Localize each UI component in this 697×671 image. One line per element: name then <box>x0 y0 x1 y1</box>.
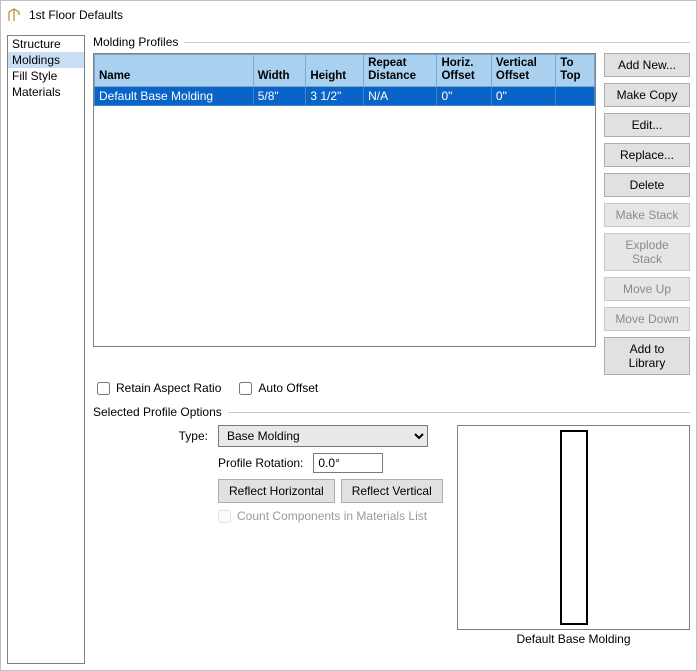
cell-repeat[interactable]: N/A <box>364 87 437 106</box>
col-hoff[interactable]: Horiz.Offset <box>437 55 491 87</box>
move-down-button: Move Down <box>604 307 690 331</box>
titlebar: 1st Floor Defaults <box>1 1 696 29</box>
molding-profiles-group: Molding Profiles Name Width Height Repea… <box>93 35 690 397</box>
retain-aspect-label: Retain Aspect Ratio <box>116 381 221 395</box>
sidebar-item-moldings[interactable]: Moldings <box>8 52 84 68</box>
preview-caption: Default Base Molding <box>457 630 690 646</box>
profiles-grid[interactable]: Name Width Height RepeatDistance Horiz.O… <box>93 53 596 347</box>
delete-button[interactable]: Delete <box>604 173 690 197</box>
cell-totop[interactable] <box>556 87 595 106</box>
rotation-input[interactable] <box>313 453 383 473</box>
move-up-button: Move Up <box>604 277 690 301</box>
profile-preview: Default Base Molding <box>457 425 690 646</box>
make-copy-button[interactable]: Make Copy <box>604 83 690 107</box>
selected-profile-label: Selected Profile Options <box>93 405 222 419</box>
preview-box <box>457 425 690 630</box>
auto-offset-input[interactable] <box>239 382 252 395</box>
window-title: 1st Floor Defaults <box>29 8 123 22</box>
dialog-window: 1st Floor Defaults Structure Moldings Fi… <box>0 0 697 671</box>
cell-hoff[interactable]: 0" <box>437 87 491 106</box>
table-row[interactable]: Default Base Molding 5/8" 3 1/2" N/A 0" … <box>95 87 595 106</box>
type-select[interactable]: Base Molding <box>218 425 428 447</box>
cell-height[interactable]: 3 1/2" <box>306 87 364 106</box>
reflect-vertical-button[interactable]: Reflect Vertical <box>341 479 443 503</box>
profile-buttons: Add New... Make Copy Edit... Replace... … <box>604 53 690 375</box>
type-label: Type: <box>93 429 208 443</box>
make-stack-button: Make Stack <box>604 203 690 227</box>
retain-aspect-checkbox[interactable]: Retain Aspect Ratio <box>97 381 221 395</box>
sidebar-item-materials[interactable]: Materials <box>8 84 84 100</box>
table-header-row: Name Width Height RepeatDistance Horiz.O… <box>95 55 595 87</box>
molding-shape-icon <box>560 430 588 625</box>
sidebar-item-fill-style[interactable]: Fill Style <box>8 68 84 84</box>
auto-offset-checkbox[interactable]: Auto Offset <box>239 381 318 395</box>
selected-profile-group: Selected Profile Options Type: Base Mold… <box>93 405 690 646</box>
auto-offset-label: Auto Offset <box>258 381 318 395</box>
add-to-library-button[interactable]: Add to Library <box>604 337 690 375</box>
cell-width[interactable]: 5/8" <box>253 87 306 106</box>
explode-stack-button: Explode Stack <box>604 233 690 271</box>
cell-name[interactable]: Default Base Molding <box>95 87 254 106</box>
add-new-button[interactable]: Add New... <box>604 53 690 77</box>
cell-voff[interactable]: 0" <box>491 87 555 106</box>
category-sidebar: Structure Moldings Fill Style Materials <box>7 35 85 664</box>
count-components-input <box>218 510 231 523</box>
app-icon <box>7 7 23 23</box>
sidebar-item-structure[interactable]: Structure <box>8 36 84 52</box>
col-width[interactable]: Width <box>253 55 306 87</box>
replace-button[interactable]: Replace... <box>604 143 690 167</box>
col-repeat[interactable]: RepeatDistance <box>364 55 437 87</box>
col-totop[interactable]: ToTop <box>556 55 595 87</box>
col-name[interactable]: Name <box>95 55 254 87</box>
group-divider <box>228 412 690 413</box>
count-components-label: Count Components in Materials List <box>237 509 427 523</box>
col-height[interactable]: Height <box>306 55 364 87</box>
molding-profiles-label: Molding Profiles <box>93 35 178 49</box>
retain-aspect-input[interactable] <box>97 382 110 395</box>
reflect-horizontal-button[interactable]: Reflect Horizontal <box>218 479 335 503</box>
rotation-label: Profile Rotation: <box>218 456 303 470</box>
group-divider <box>184 42 690 43</box>
count-components-checkbox: Count Components in Materials List <box>218 509 447 523</box>
edit-button[interactable]: Edit... <box>604 113 690 137</box>
col-voff[interactable]: VerticalOffset <box>491 55 555 87</box>
